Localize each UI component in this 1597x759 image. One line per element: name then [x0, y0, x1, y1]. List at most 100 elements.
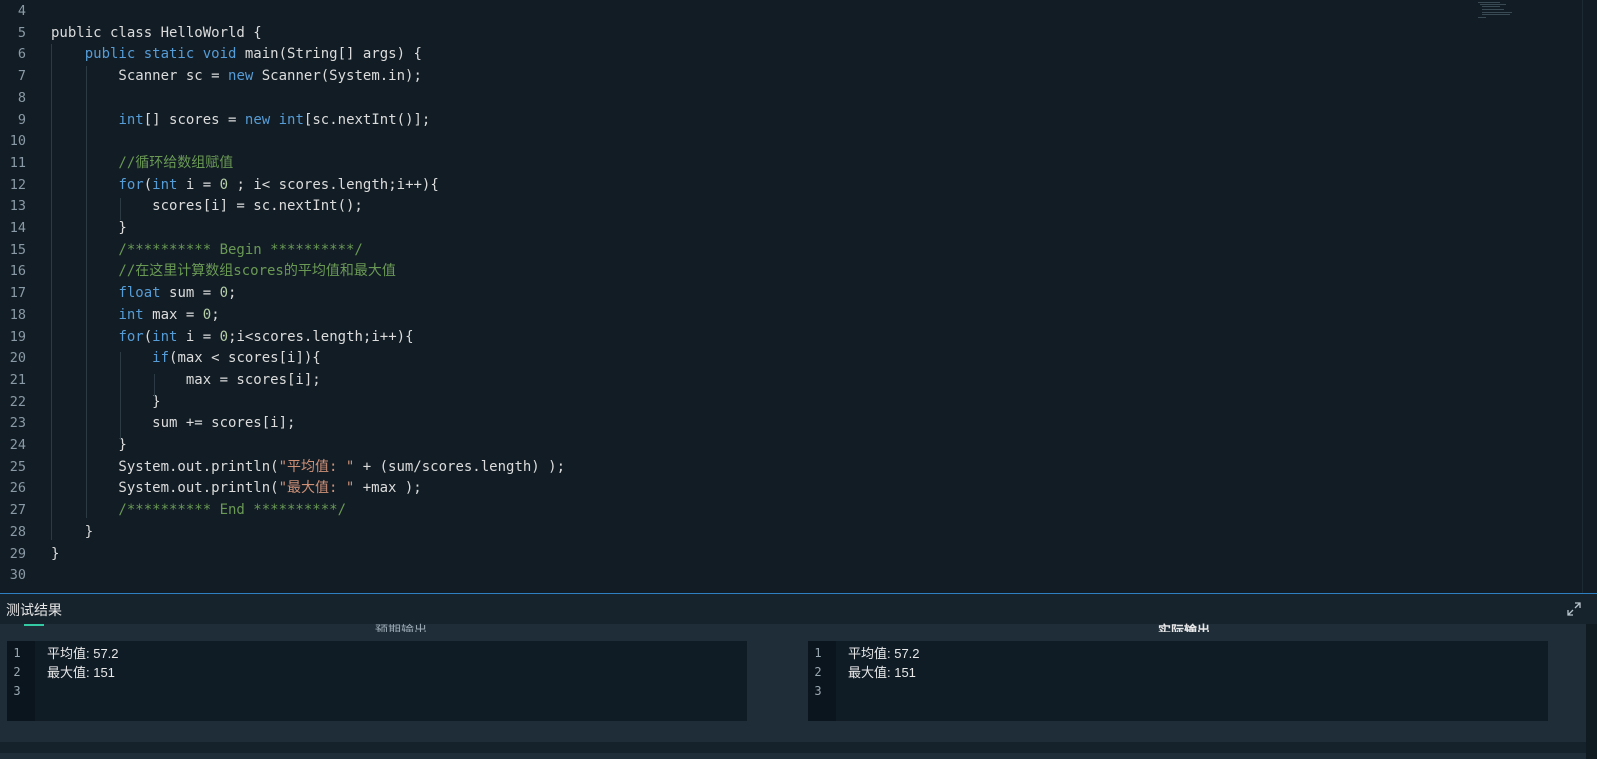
output-line-number: 3: [13, 684, 21, 698]
code-line[interactable]: 16 //在这里计算数组scores的平均值和最大值: [0, 260, 1480, 282]
line-code: //循环给数组赋值: [51, 152, 233, 174]
actual-output-box: 1 平均值: 57.2 2 最大值: 151 3: [808, 641, 1548, 721]
code-token: int: [118, 306, 144, 323]
line-code: }: [51, 391, 161, 413]
line-code: int max = 0;: [51, 304, 219, 326]
code-token: }: [51, 393, 161, 410]
code-editor[interactable]: 4 5 public class HelloWorld {6 public stat…: [0, 0, 1597, 593]
line-code: for(int i = 0;i<scores.length;i++){: [51, 326, 414, 348]
output-line: 1 平均值: 57.2: [808, 644, 1548, 663]
code-token: new: [228, 68, 254, 85]
results-vertical-scrollbar[interactable]: [1586, 624, 1597, 759]
code-lines[interactable]: 4 5 public class HelloWorld {6 public stat…: [0, 0, 1480, 593]
line-code: Scanner sc = new Scanner(System.in);: [51, 65, 422, 87]
line-code: max = scores[i];: [51, 369, 321, 391]
code-token: 0: [202, 306, 212, 323]
output-line-number: 2: [13, 665, 21, 679]
expand-arrows-icon[interactable]: [1567, 602, 1581, 616]
output-line-text: 最大值: 151: [47, 665, 115, 680]
code-line[interactable]: 27 /********** End **********/: [0, 499, 1480, 521]
line-number: 14: [9, 220, 26, 236]
code-line[interactable]: 8: [0, 87, 1480, 109]
code-line[interactable]: 13 scores[i] = sc.nextInt();: [0, 195, 1480, 217]
code-token: 0: [219, 176, 229, 193]
code-line[interactable]: 20 if(max < scores[i]){: [0, 347, 1480, 369]
code-line[interactable]: 12 for(int i = 0 ; i< scores.length;i++)…: [0, 174, 1480, 196]
output-line-text: 平均值: 57.2: [47, 646, 119, 661]
code-line[interactable]: 4: [0, 0, 1480, 22]
code-token: + (sum/scores.length) );: [354, 458, 566, 475]
output-line-number: 2: [814, 665, 822, 679]
code-line[interactable]: 26 System.out.println("最大值: " +max );: [0, 477, 1480, 499]
line-number: 17: [9, 285, 26, 302]
code-token: 0: [219, 328, 229, 345]
code-line[interactable]: 10: [0, 130, 1480, 152]
code-token: [sc.nextInt()];: [303, 111, 431, 128]
code-line[interactable]: 7 Scanner sc = new Scanner(System.in);: [0, 65, 1480, 87]
code-line[interactable]: 28 }: [0, 521, 1480, 543]
code-token: (: [143, 176, 153, 193]
code-token: Scanner(System.in);: [253, 68, 422, 85]
code-token: max =: [143, 306, 203, 323]
code-line[interactable]: 11 //循环给数组赋值: [0, 152, 1480, 174]
code-token: ;i<scores.length;i++){: [228, 328, 414, 345]
panel-header: 测试结果: [0, 594, 1597, 624]
line-number: 10: [9, 133, 26, 150]
panel-title: 测试结果: [6, 602, 62, 618]
editor-vertical-scrollbar[interactable]: [1582, 0, 1597, 593]
output-line: 3: [7, 682, 747, 701]
line-number: 12: [9, 176, 26, 193]
line-number: 16: [9, 263, 26, 280]
expected-output-box: 1 平均值: 57.2 2 最大值: 151 3: [7, 641, 747, 721]
output-line-text: 最大值: 151: [848, 665, 916, 680]
code-token: public static void: [84, 46, 237, 63]
indent-guide: [86, 66, 87, 518]
code-line[interactable]: 30: [0, 564, 1480, 586]
line-code: scores[i] = sc.nextInt();: [51, 195, 363, 217]
results-horizontal-scrollbar[interactable]: [0, 742, 1586, 753]
line-code: for(int i = 0 ; i< scores.length;i++){: [51, 174, 439, 196]
code-line[interactable]: 17 float sum = 0;: [0, 282, 1480, 304]
line-number: 8: [17, 89, 26, 106]
code-line[interactable]: 14 }: [0, 217, 1480, 239]
line-code: }: [51, 217, 127, 239]
code-token: +max );: [354, 480, 422, 497]
code-line[interactable]: 24 }: [0, 434, 1480, 456]
code-line[interactable]: 22 }: [0, 391, 1480, 413]
line-code: /********** Begin **********/: [51, 239, 362, 261]
line-code: //在这里计算数组scores的平均值和最大值: [51, 260, 395, 282]
code-token: int: [152, 328, 178, 345]
code-token: }: [51, 220, 127, 236]
line-code: sum += scores[i];: [51, 412, 295, 434]
line-code: }: [51, 543, 59, 565]
results-area: 预期输出 实际输出 1 平均值: 57.2 2 最大值: 151 3 1 平均值: 57.…: [0, 623, 1586, 759]
code-token: //循环给数组赋值: [51, 154, 234, 171]
code-line[interactable]: 23 sum += scores[i];: [0, 412, 1480, 434]
code-token: ; i< scores.length;i++){: [228, 176, 439, 193]
indent-guide: [154, 374, 155, 396]
code-line[interactable]: 25 System.out.println("平均值: " + (sum/sco…: [0, 456, 1480, 478]
code-token: }: [51, 437, 127, 453]
output-line-text: 平均值: 57.2: [848, 646, 920, 661]
code-line[interactable]: 6 public static void main(String[] args)…: [0, 43, 1480, 65]
code-line[interactable]: 15 /********** Begin **********/: [0, 239, 1480, 261]
code-line[interactable]: 29}: [0, 543, 1480, 565]
code-line[interactable]: 5 public class HelloWorld {: [0, 22, 1480, 44]
code-line[interactable]: 9 int[] scores = new int[sc.nextInt()];: [0, 109, 1480, 131]
code-token: public class HelloWorld {: [51, 24, 262, 41]
code-token: int: [118, 111, 144, 128]
line-number: 15: [9, 241, 26, 258]
code-line[interactable]: 19 for(int i = 0;i<scores.length;i++){: [0, 326, 1480, 348]
active-tab-indicator: [24, 624, 44, 626]
code-line[interactable]: 18 int max = 0;: [0, 304, 1480, 326]
minimap[interactable]: [1478, 0, 1538, 20]
code-token: }: [51, 545, 60, 562]
code-token: max = scores[i];: [51, 371, 321, 388]
code-line[interactable]: 21 max = scores[i];: [0, 369, 1480, 391]
code-token: ;: [228, 285, 237, 302]
code-token: int: [152, 176, 178, 193]
